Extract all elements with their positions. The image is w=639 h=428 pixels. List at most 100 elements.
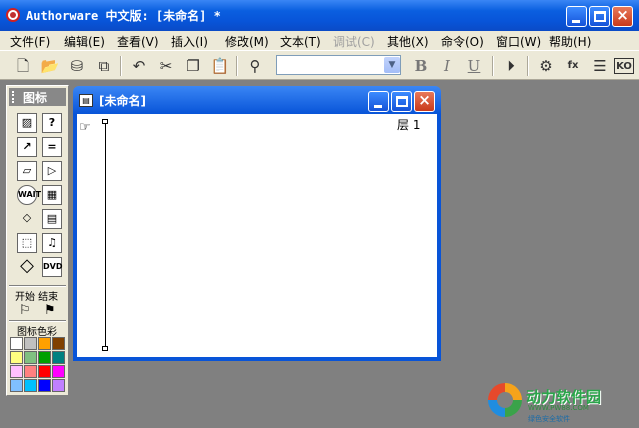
bold-icon[interactable]: B: [410, 55, 432, 77]
watermark-slogan: 绿色安全软件: [528, 415, 570, 423]
flowline-canvas[interactable]: ☞ 层 1: [77, 114, 437, 357]
chevron-down-icon[interactable]: ▼: [384, 57, 400, 73]
menu-bar: 文件(F) 编辑(E) 查看(V) 插入(I) 修改(M) 文本(T) 调试(C…: [0, 31, 639, 50]
menu-command[interactable]: 命令(O): [441, 33, 484, 50]
menu-edit[interactable]: 编辑(E): [64, 33, 105, 50]
flowline-end-handle[interactable]: [102, 346, 108, 351]
child-minimize-button[interactable]: [368, 91, 389, 112]
functions-icon[interactable]: fx: [562, 55, 584, 77]
menu-other[interactable]: 其他(X): [387, 33, 429, 50]
calculation-icon[interactable]: =: [42, 137, 62, 157]
video-icon[interactable]: DVD: [42, 257, 62, 277]
minimize-button[interactable]: [566, 6, 587, 27]
cut-icon[interactable]: ✂: [155, 55, 177, 77]
italic-icon[interactable]: I: [436, 55, 458, 77]
interaction-icon[interactable]: ?: [42, 113, 62, 133]
window-title: Authorware 中文版: [未命名] *: [26, 9, 221, 23]
toolbar-separator: [527, 56, 529, 76]
color-swatch[interactable]: [52, 379, 65, 392]
map-icon[interactable]: ⬚: [17, 233, 37, 253]
toolbar-separator: [236, 56, 238, 76]
color-swatch[interactable]: [52, 351, 65, 364]
menu-debug[interactable]: 调试(C): [333, 33, 375, 50]
toolbar-separator: [120, 56, 122, 76]
navigate-icon[interactable]: ▷: [42, 161, 62, 181]
open-file-icon[interactable]: 📂: [39, 55, 61, 77]
toolbar-separator: [492, 56, 494, 76]
paste-icon[interactable]: 📋: [209, 55, 231, 77]
run-icon[interactable]: ⏵: [500, 55, 522, 77]
wait-icon[interactable]: WAIT: [17, 185, 41, 205]
color-swatch[interactable]: [24, 379, 37, 392]
undo-icon[interactable]: ↶: [128, 55, 150, 77]
color-swatch[interactable]: [52, 337, 65, 350]
knowledge-objects-icon[interactable]: KO: [614, 58, 634, 74]
copy-icon[interactable]: ❐: [182, 55, 204, 77]
diamond-decision-icon[interactable]: ◇: [17, 257, 37, 277]
menu-insert[interactable]: 插入(I): [171, 33, 208, 50]
child-close-button[interactable]: ×: [414, 91, 435, 112]
variables-icon[interactable]: ☰: [589, 55, 611, 77]
menu-file[interactable]: 文件(F): [10, 33, 50, 50]
menu-window[interactable]: 窗口(W): [496, 33, 541, 50]
color-swatch[interactable]: [10, 351, 23, 364]
find-icon[interactable]: ⚲: [244, 55, 266, 77]
design-window: ▤ [未命名] × ☞ 层 1: [73, 86, 441, 361]
color-swatch[interactable]: [38, 337, 51, 350]
color-swatch[interactable]: [24, 337, 37, 350]
display-icon[interactable]: ▨: [17, 113, 37, 133]
new-file-icon[interactable]: 🗋: [12, 55, 34, 77]
authorware-app-icon[interactable]: [6, 8, 20, 22]
color-swatch[interactable]: [24, 351, 37, 364]
close-icon: ×: [616, 6, 629, 24]
decision-icon[interactable]: ◇: [17, 209, 37, 229]
import-icon[interactable]: ⧉: [93, 55, 115, 77]
sound-icon[interactable]: ♫: [42, 233, 62, 253]
control-panel-icon[interactable]: ⚙: [535, 55, 557, 77]
menu-modify[interactable]: 修改(M): [225, 33, 269, 50]
grip-handle-icon[interactable]: [12, 91, 19, 103]
color-swatch[interactable]: [10, 379, 23, 392]
flowline[interactable]: [105, 122, 106, 349]
watermark-logo: [488, 383, 522, 417]
palette-title-bar[interactable]: 图标: [9, 88, 66, 106]
maximize-icon: [594, 11, 606, 22]
color-swatch[interactable]: [10, 365, 23, 378]
paste-hand-pointer-icon[interactable]: ☞: [79, 120, 91, 135]
layer-label: 层 1: [397, 118, 421, 132]
design-window-icon[interactable]: ▤: [79, 94, 93, 107]
maximize-button[interactable]: [589, 6, 610, 27]
underline-icon[interactable]: U: [463, 55, 485, 77]
motion-icon[interactable]: ↗: [17, 137, 37, 157]
color-swatch[interactable]: [52, 365, 65, 378]
save-all-icon[interactable]: ⛁: [66, 55, 88, 77]
maximize-icon: [396, 96, 408, 107]
color-swatch[interactable]: [10, 337, 23, 350]
framework-icon[interactable]: ▦: [42, 185, 62, 205]
palette-divider: [9, 285, 66, 287]
menu-text[interactable]: 文本(T): [280, 33, 321, 50]
start-stop-label: 开始 结束: [15, 292, 59, 303]
palette-divider: [9, 320, 66, 322]
color-swatch[interactable]: [24, 365, 37, 378]
close-button[interactable]: ×: [612, 6, 633, 27]
minimize-icon: [374, 105, 382, 108]
watermark-url: WWW.PW88.COM: [528, 404, 589, 412]
color-swatch[interactable]: [38, 351, 51, 364]
font-select[interactable]: ▼: [276, 55, 401, 75]
menu-view[interactable]: 查看(V): [117, 33, 159, 50]
start-flag-icon[interactable]: ⚐: [19, 303, 31, 318]
erase-icon[interactable]: ▱: [17, 161, 37, 181]
child-maximize-button[interactable]: [391, 91, 412, 112]
palette-title: 图标: [23, 91, 48, 105]
icon-color-label: 图标色彩: [17, 327, 57, 338]
color-swatch[interactable]: [38, 365, 51, 378]
stop-flag-icon[interactable]: ⚑: [44, 303, 56, 318]
digital-movie-icon[interactable]: ▤: [42, 209, 62, 229]
color-swatch[interactable]: [38, 379, 51, 392]
flowline-start-handle[interactable]: [102, 119, 108, 124]
menu-help[interactable]: 帮助(H): [549, 33, 591, 50]
minimize-icon: [572, 20, 580, 23]
icon-palette: 图标 ▨ ? ↗ = ▱ ▷ WAIT ▦ ◇ ▤ ⬚ ♫ ◇ DVD ↗ 开始…: [6, 85, 69, 396]
design-window-title: [未命名]: [99, 94, 146, 108]
